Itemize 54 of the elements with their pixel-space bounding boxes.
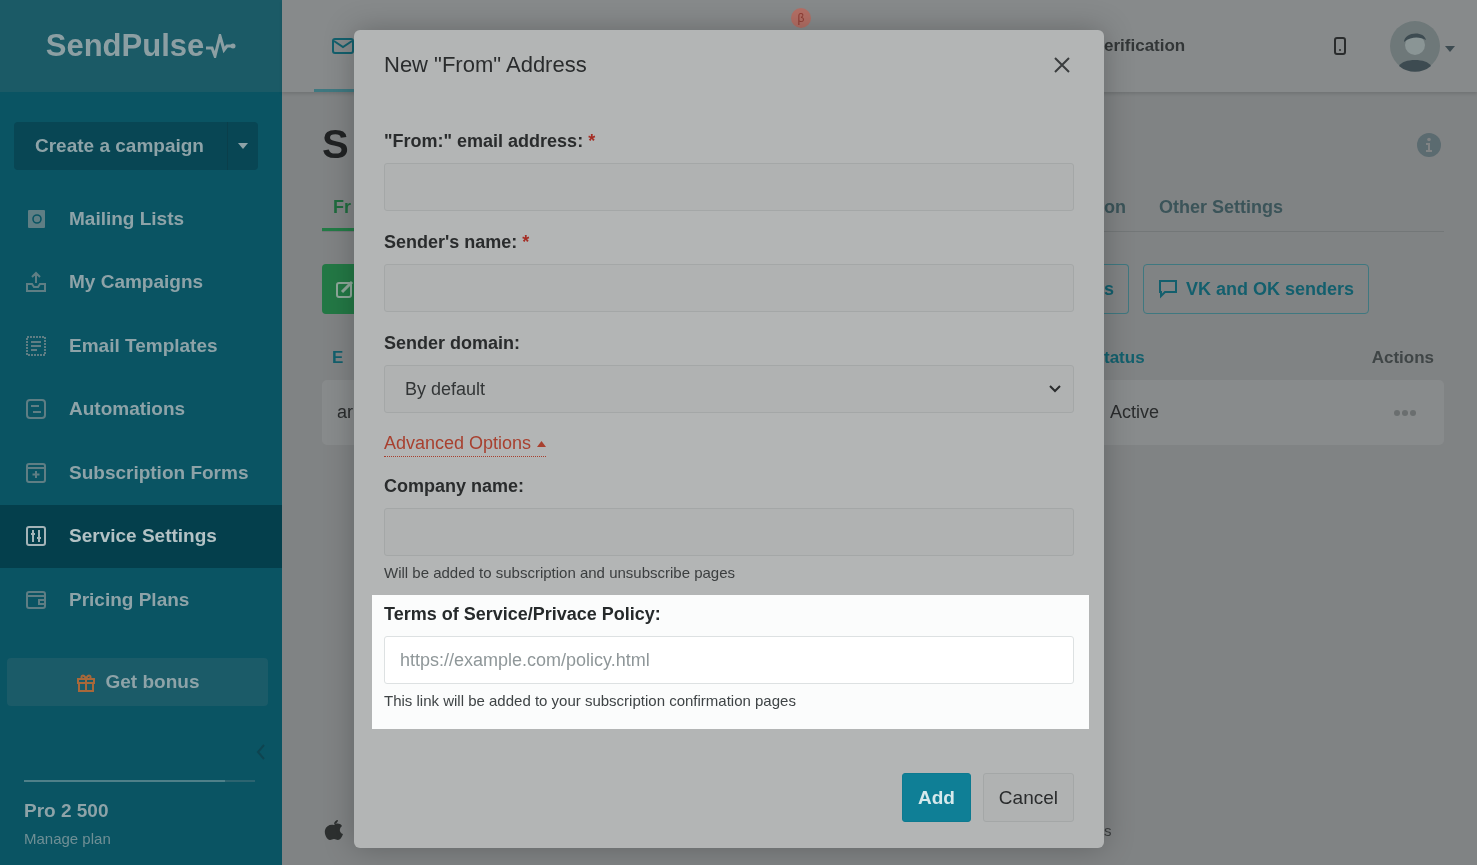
tab[interactable]: Other Settings bbox=[1159, 185, 1283, 231]
column-header: E bbox=[331, 348, 345, 368]
advanced-options-link[interactable]: Advanced Options bbox=[384, 433, 547, 457]
pulse-icon bbox=[206, 34, 237, 58]
upload-tray-icon bbox=[25, 271, 47, 294]
wallet-icon bbox=[25, 588, 47, 611]
info-icon[interactable] bbox=[1417, 132, 1441, 157]
select-field[interactable]: By default bbox=[384, 365, 1074, 413]
edit-button[interactable] bbox=[322, 264, 354, 314]
manage-plan-link[interactable]: Manage plan bbox=[24, 830, 282, 847]
avatar[interactable] bbox=[1389, 20, 1441, 72]
sidebar-item[interactable]: Pricing Plans bbox=[0, 568, 282, 632]
create-campaign-button[interactable]: Create a campaign bbox=[14, 122, 258, 170]
sender-type-button[interactable]: VK and OK senders bbox=[1143, 264, 1370, 314]
sidebar-item[interactable]: My Campaigns bbox=[0, 250, 282, 314]
caret-down-icon[interactable] bbox=[1445, 46, 1455, 52]
sidebar-item[interactable]: Email Templates bbox=[0, 314, 282, 378]
phone-icon[interactable] bbox=[1333, 37, 1347, 55]
sidebar-item[interactable]: Service Settings bbox=[0, 504, 282, 568]
caret-icon bbox=[537, 440, 547, 447]
apple-icon[interactable] bbox=[324, 819, 344, 841]
chevron-down-icon bbox=[1049, 385, 1061, 393]
sidebar-item[interactable]: Mailing Lists bbox=[0, 187, 282, 251]
field-label: Sender domain: bbox=[384, 332, 522, 354]
field-hint: This link will be added to your subscription confirmation pages bbox=[384, 692, 797, 709]
sidebar-item[interactable]: Subscription Forms bbox=[0, 441, 282, 505]
sidebar-item[interactable]: Automations bbox=[0, 377, 282, 441]
field-label: Sender's name: * bbox=[384, 231, 531, 253]
field-hint: Will be added to subscription and unsubscribe pages bbox=[384, 564, 737, 581]
plan-name: Pro 2 500 bbox=[24, 800, 110, 822]
more-icon[interactable] bbox=[1394, 409, 1416, 416]
column-header: tatus bbox=[1104, 348, 1145, 368]
add-button[interactable]: Add bbox=[901, 773, 971, 822]
dialog-title: New "From" Address bbox=[384, 52, 587, 78]
field-label: Terms of Service/Privace Policy: bbox=[384, 603, 662, 625]
footer-text: s bbox=[1104, 821, 1113, 839]
caret-down-icon bbox=[238, 143, 248, 149]
mail-icon[interactable] bbox=[332, 38, 354, 54]
close-icon bbox=[1054, 57, 1070, 73]
chat-icon bbox=[1158, 279, 1178, 299]
edit-icon bbox=[336, 280, 354, 298]
tab[interactable]: on bbox=[1104, 185, 1126, 231]
column-header: Actions bbox=[1371, 348, 1434, 368]
nav-tab[interactable]: erification bbox=[1104, 36, 1186, 56]
sliders-icon bbox=[25, 525, 47, 548]
field-label: Company name: bbox=[384, 475, 526, 497]
table-cell-text: Active bbox=[1109, 402, 1160, 423]
field-label: "From:" email address: * bbox=[384, 130, 597, 152]
table-cell-text: ar bbox=[336, 402, 354, 423]
page-title: S bbox=[322, 122, 350, 167]
get-bonus-button[interactable]: Get bonus bbox=[7, 657, 268, 706]
cancel-button[interactable]: Cancel bbox=[982, 773, 1074, 822]
form-icon bbox=[25, 461, 47, 484]
template-icon bbox=[25, 334, 47, 357]
